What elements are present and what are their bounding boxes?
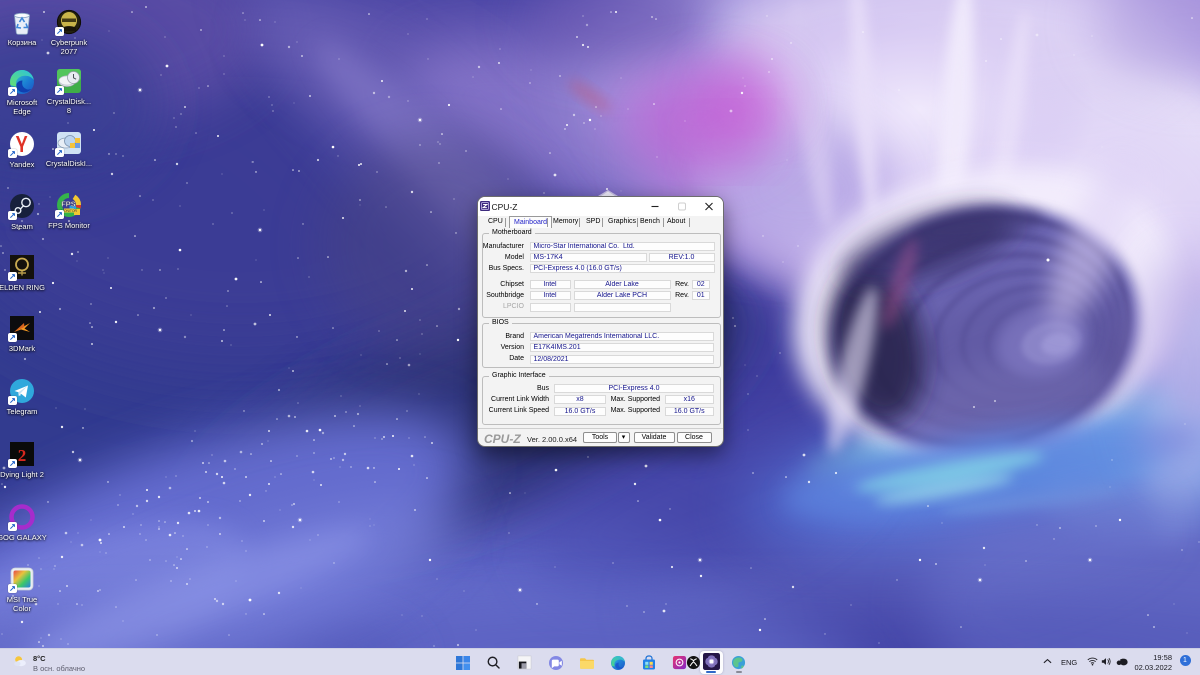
svg-text:2: 2 [18,446,27,465]
svg-text:FPS: FPS [61,200,76,209]
